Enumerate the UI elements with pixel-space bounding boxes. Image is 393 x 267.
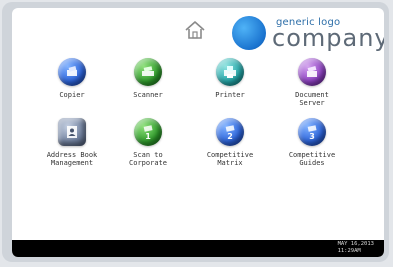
device-bezel: generic logo company Copier Scanner Prin… [2,2,389,262]
competitive-guides-icon: 3 [298,118,326,146]
app-document-server[interactable]: Document Server [274,58,350,107]
company-logo: generic logo company [232,14,384,52]
app-label: Document Server [295,91,329,107]
status-bar: MAY 16,2013 11:29AM [12,240,384,257]
logo-wordmark: company [272,24,384,52]
app-label: Scanner [133,91,163,99]
home-screen-panel: generic logo company Copier Scanner Prin… [12,8,384,257]
app-label: Copier [59,91,85,99]
app-competitive-matrix[interactable]: 2 Competitive Matrix [192,118,268,167]
status-date: MAY 16,2013 [337,241,374,247]
status-time: 11:29AM [337,248,361,254]
app-scan-to-corporate[interactable]: 1 Scan to Corporate [110,118,186,167]
address-book-icon [58,118,86,146]
shortcut-number: 2 [227,132,233,141]
app-competitive-guides[interactable]: 3 Competitive Guides [274,118,350,167]
scan-to-corporate-icon: 1 [134,118,162,146]
app-label: Scan to Corporate [129,151,167,167]
app-label: Competitive Guides [288,151,336,167]
app-label: Printer [215,91,245,99]
app-label: Address Book Management [46,151,98,167]
home-icon[interactable] [184,20,206,40]
date-time: MAY 16,2013 11:29AM [338,241,374,255]
app-scanner[interactable]: Scanner [110,58,186,99]
logo-mark [232,16,266,50]
app-copier[interactable]: Copier [34,58,110,99]
copier-icon [58,58,86,86]
app-printer[interactable]: Printer [192,58,268,99]
document-server-icon [298,58,326,86]
competitive-matrix-icon: 2 [216,118,244,146]
printer-icon [216,58,244,86]
app-label: Competitive Matrix [206,151,254,167]
scanner-icon [134,58,162,86]
shortcut-number: 3 [309,132,315,141]
app-address-book[interactable]: Address Book Management [34,118,110,167]
shortcut-number: 1 [145,132,151,141]
